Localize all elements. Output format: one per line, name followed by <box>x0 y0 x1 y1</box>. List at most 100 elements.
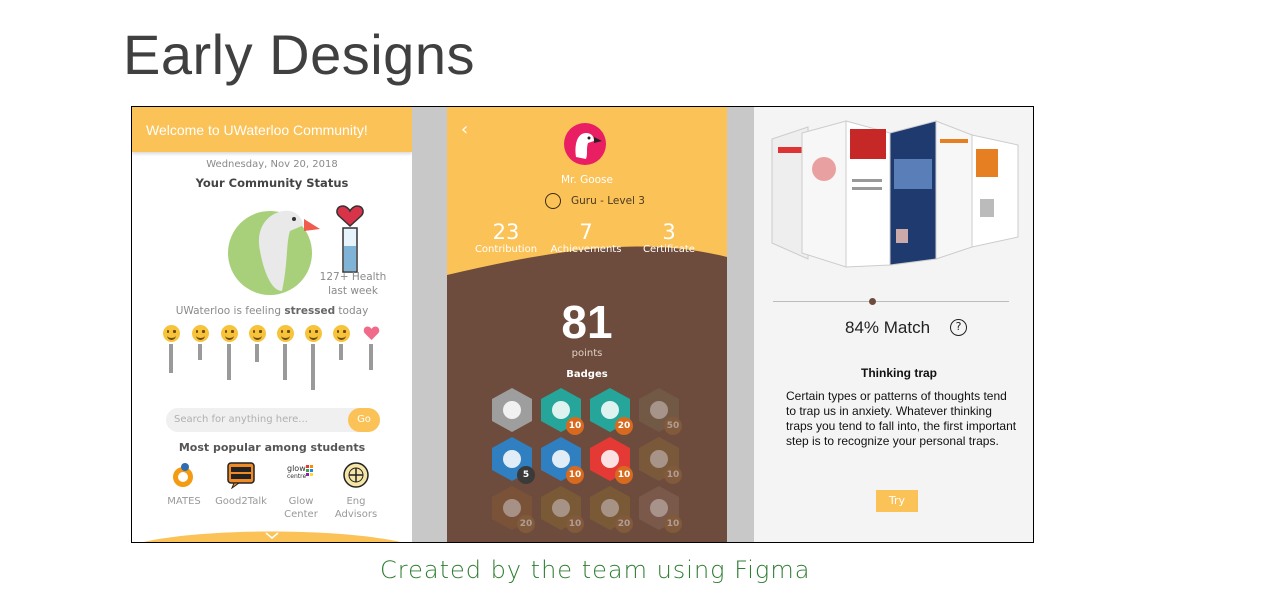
resource-label: Advisors <box>334 509 378 520</box>
resource-eng-advisors[interactable]: Eng Advisors <box>326 461 386 521</box>
cherry-badge-icon[interactable] <box>491 387 533 433</box>
community-header: Welcome to UWaterloo Community! <box>132 107 412 152</box>
mood-level-bar <box>227 344 231 380</box>
ballot-badge-icon[interactable]: 5 <box>491 436 535 484</box>
mood-item[interactable] <box>330 325 352 360</box>
gutter <box>412 107 447 542</box>
search-input[interactable]: Search for anything here... Go <box>166 408 380 432</box>
wink-emoji-icon <box>191 325 209 342</box>
mood-item[interactable] <box>246 325 268 362</box>
stat-label: Certificate <box>643 244 695 255</box>
stat-contribution: 23 Contribution <box>461 220 551 255</box>
badge-count: 20 <box>615 515 633 533</box>
mood-item[interactable] <box>360 325 382 370</box>
badges-title: Badges <box>566 369 608 380</box>
search-placeholder: Search for anything here... <box>174 414 308 425</box>
question-circle-icon[interactable]: ? <box>950 319 967 336</box>
mood-level-bar <box>339 344 343 360</box>
stat-certificate: 3 Certificate <box>624 220 714 255</box>
trap-title: Thinking trap <box>861 366 937 380</box>
teacher-badge-icon[interactable]: 10 <box>638 436 682 484</box>
health-meter-icon <box>336 205 364 273</box>
trophy-badge-icon[interactable]: 10 <box>589 436 633 484</box>
resource-label: Good2Talk <box>215 496 267 507</box>
community-feeling: UWaterloo is feeling stressed today <box>132 305 412 317</box>
match-percentage: 84% Match <box>845 318 931 337</box>
stat-label: Contribution <box>474 244 538 255</box>
signal-level-icon <box>545 193 561 209</box>
community-header-title: Welcome to UWaterloo Community! <box>146 122 368 138</box>
profile-level-label: Guru - Level 3 <box>571 195 645 207</box>
feeling-prefix: UWaterloo is feeling <box>175 305 285 317</box>
resource-mates[interactable]: MATES <box>154 461 214 508</box>
go-button[interactable]: Go <box>348 408 380 432</box>
badge-count: 50 <box>664 417 682 435</box>
clown-badge-icon[interactable]: 10 <box>540 485 584 533</box>
stressed-emoji-icon <box>304 325 322 342</box>
heart-icon <box>363 325 380 342</box>
community-date: Wednesday, Nov 20, 2018 <box>206 159 338 170</box>
professor-badge-icon[interactable]: 10 <box>638 485 682 533</box>
glow-centre-logo-icon: glow centre <box>287 464 313 480</box>
sad-emoji-icon <box>220 325 238 342</box>
badge-count: 10 <box>664 466 682 484</box>
mood-level-bar <box>283 344 287 380</box>
resource-good2talk[interactable]: Good2Talk <box>211 461 271 508</box>
svg-text:centre: centre <box>287 473 306 480</box>
match-slider-track <box>773 301 1009 302</box>
cockatoo-badge-icon[interactable]: 10 <box>540 387 584 435</box>
stat-achievements: 7 Achievements <box>541 220 631 255</box>
gutter <box>727 107 754 542</box>
resource-label: Center <box>284 509 318 520</box>
smile-emoji-icon <box>162 325 180 342</box>
feeling-word: stressed <box>284 305 336 317</box>
resource-label: Glow <box>288 496 314 507</box>
resource-label: MATES <box>167 496 201 507</box>
points-label: points <box>571 348 603 359</box>
person-badge-icon[interactable]: 20 <box>491 485 535 533</box>
badge-count: 10 <box>664 515 682 533</box>
brochure-pages-icon <box>771 120 1019 268</box>
badge-count: 10 <box>615 466 633 484</box>
stat-value: 3 <box>662 220 676 244</box>
neutral-emoji-icon <box>276 325 294 342</box>
points-value: 81 <box>561 296 613 348</box>
mood-level-bar <box>169 344 173 373</box>
thinking-trap-screen: 84% Match ? Thinking trap Certain types … <box>754 107 1033 542</box>
badge-count: 10 <box>566 466 584 484</box>
mood-level-bar <box>311 344 315 390</box>
chevron-left-icon[interactable]: ‹ <box>461 119 468 140</box>
mood-item[interactable] <box>302 325 324 390</box>
mood-item[interactable] <box>218 325 240 380</box>
match-slider-handle[interactable] <box>869 298 876 305</box>
resource-glow-center[interactable]: glow centre Glow Center <box>271 461 331 521</box>
mood-level-bar <box>198 344 202 360</box>
profile-name: Mr. Goose <box>560 174 613 186</box>
health-period: last week <box>328 285 378 297</box>
mood-item[interactable] <box>274 325 296 380</box>
badge-count: 20 <box>517 515 535 533</box>
badge-count: 10 <box>566 417 584 435</box>
health-label: 127+ Health last week <box>318 270 388 298</box>
try-button[interactable]: Try <box>876 490 918 512</box>
feeling-suffix: today <box>335 305 369 317</box>
eng-advisors-logo-icon <box>343 462 369 488</box>
clown-badge-icon[interactable]: 20 <box>589 485 633 533</box>
profile-level: Guru - Level 3 <box>545 193 645 209</box>
good2talk-logo-icon <box>227 462 255 490</box>
resource-label: Eng <box>346 496 366 507</box>
squirrel-badge-icon[interactable]: 50 <box>638 387 682 435</box>
ballot-badge-icon[interactable]: 10 <box>540 436 584 484</box>
mood-level-bar <box>255 344 259 362</box>
trap-description: Certain types or patterns of thoughts te… <box>786 389 1017 448</box>
grimace-emoji-icon <box>332 325 350 342</box>
stat-value: 7 <box>579 220 593 244</box>
slide-title: Early Designs <box>123 23 475 86</box>
mood-item[interactable] <box>160 325 182 373</box>
bottom-wave <box>143 531 401 542</box>
cockatoo-badge-icon[interactable]: 20 <box>589 387 633 435</box>
grin-emoji-icon <box>248 325 266 342</box>
mates-logo-icon <box>173 463 193 487</box>
mood-item[interactable] <box>189 325 211 360</box>
svg-text:glow: glow <box>287 464 306 473</box>
